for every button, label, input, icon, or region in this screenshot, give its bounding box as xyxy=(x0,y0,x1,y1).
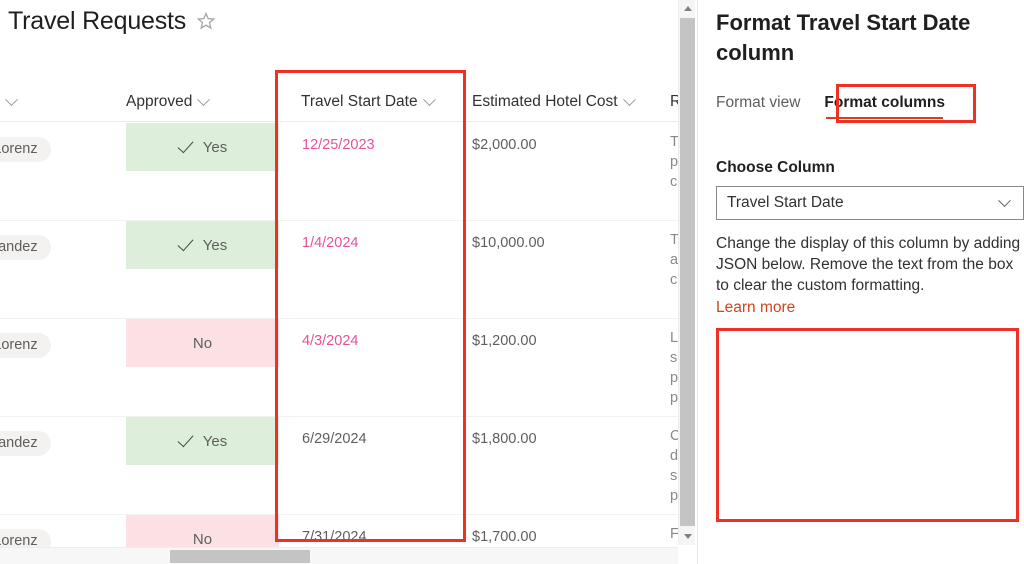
list-title-row: Travel Requests xyxy=(0,6,216,36)
chevron-down-icon xyxy=(422,92,436,106)
list-view-pane: Travel Requests ted By Approved Travel S… xyxy=(0,0,678,564)
travel-start-date-cell: 4/3/2024 xyxy=(302,333,359,349)
panel-tabs: Format view Format columns xyxy=(716,94,945,119)
column-header-label: Travel Start Date xyxy=(301,93,418,110)
travel-start-date-cell: 12/25/2023 xyxy=(302,137,375,153)
estimated-hotel-cost-cell: $1,800.00 xyxy=(472,431,537,447)
approved-cell: Yes xyxy=(126,221,279,269)
table-row[interactable]: anna Lorenz Yes 12/25/2023 $2,000.00 Tpc xyxy=(0,123,678,221)
travel-start-date-cell: 6/29/2024 xyxy=(302,431,367,447)
column-header-label: R xyxy=(670,93,678,110)
approved-value: No xyxy=(192,334,213,352)
grid-header-row: ted By Approved Travel Start Date Estima… xyxy=(0,82,678,122)
column-header-label: Estimated Hotel Cost xyxy=(472,93,618,110)
column-header-reason[interactable]: R xyxy=(670,82,678,122)
reason-cell: Cdsp xyxy=(670,428,678,504)
learn-more-link[interactable]: Learn more xyxy=(716,299,795,317)
reason-cell: Lspp xyxy=(670,330,678,406)
table-row[interactable]: anna Lorenz No 4/3/2024 $1,200.00 Lspp xyxy=(0,319,678,417)
approved-value: No xyxy=(192,530,213,548)
star-icon[interactable] xyxy=(196,11,216,31)
chevron-down-icon xyxy=(622,92,636,106)
approved-value: Yes xyxy=(202,236,228,254)
approved-value: Yes xyxy=(202,138,228,156)
approved-cell: Yes xyxy=(126,123,279,171)
person-chip[interactable]: ti Fernandez xyxy=(0,431,51,456)
column-header-approved[interactable]: Approved xyxy=(126,82,211,122)
column-header-travel-start-date[interactable]: Travel Start Date xyxy=(301,82,436,122)
panel-description: Change the display of this column by add… xyxy=(716,235,1021,294)
approved-cell: No xyxy=(126,319,279,367)
approved-cell: Yes xyxy=(126,417,279,465)
tab-format-columns[interactable]: Format columns xyxy=(824,94,945,119)
panel-title: Format Travel Start Date column xyxy=(716,10,971,65)
chevron-down-icon xyxy=(5,92,18,106)
table-row[interactable]: ti Fernandez Yes 6/29/2024 $1,800.00 Cdsp xyxy=(0,417,678,515)
estimated-hotel-cost-cell: $1,200.00 xyxy=(472,333,537,349)
check-icon xyxy=(177,234,194,252)
column-header-estimated-hotel-cost[interactable]: Estimated Hotel Cost xyxy=(472,82,636,122)
vertical-scrollbar[interactable] xyxy=(678,0,695,545)
scroll-down-arrow-icon[interactable] xyxy=(679,528,696,545)
person-chip[interactable]: anna Lorenz xyxy=(0,333,51,358)
reason-cell: Tac xyxy=(670,232,678,288)
screenshot-root: Travel Requests ted By Approved Travel S… xyxy=(0,0,1024,564)
chevron-down-icon xyxy=(197,92,211,106)
scroll-up-arrow-icon[interactable] xyxy=(679,0,696,17)
vertical-scrollbar-thumb[interactable] xyxy=(680,18,695,526)
format-column-panel: Format Travel Start Date column Format v… xyxy=(697,0,1024,564)
choose-column-selected-value: Travel Start Date xyxy=(727,194,844,211)
column-header-label: Approved xyxy=(126,93,193,110)
tab-format-view[interactable]: Format view xyxy=(716,94,800,119)
person-chip[interactable]: anna Lorenz xyxy=(0,137,51,162)
page-title: Travel Requests xyxy=(8,7,187,35)
table-row[interactable]: ti Fernandez Yes 1/4/2024 $10,000.00 Tac xyxy=(0,221,678,319)
column-header-requested-by[interactable]: ted By xyxy=(0,82,18,122)
travel-start-date-cell: 1/4/2024 xyxy=(302,235,359,251)
travel-start-date-cell: 7/31/2024 xyxy=(302,529,367,545)
estimated-hotel-cost-cell: $2,000.00 xyxy=(472,137,537,153)
person-chip[interactable]: ti Fernandez xyxy=(0,235,51,260)
reason-cell: Tpc xyxy=(670,134,678,190)
list-rows: anna Lorenz Yes 12/25/2023 $2,000.00 Tpc ti F… xyxy=(0,123,678,563)
estimated-hotel-cost-cell: $10,000.00 xyxy=(472,235,545,251)
check-icon xyxy=(177,136,194,154)
approved-value: Yes xyxy=(202,432,228,450)
choose-column-select[interactable]: Travel Start Date xyxy=(716,186,1024,220)
estimated-hotel-cost-cell: $1,700.00 xyxy=(472,529,537,545)
horizontal-scrollbar[interactable] xyxy=(0,547,678,564)
check-icon xyxy=(177,430,194,448)
chevron-down-icon xyxy=(998,193,1011,207)
choose-column-label: Choose Column xyxy=(716,159,835,176)
horizontal-scrollbar-thumb[interactable] xyxy=(170,550,310,563)
